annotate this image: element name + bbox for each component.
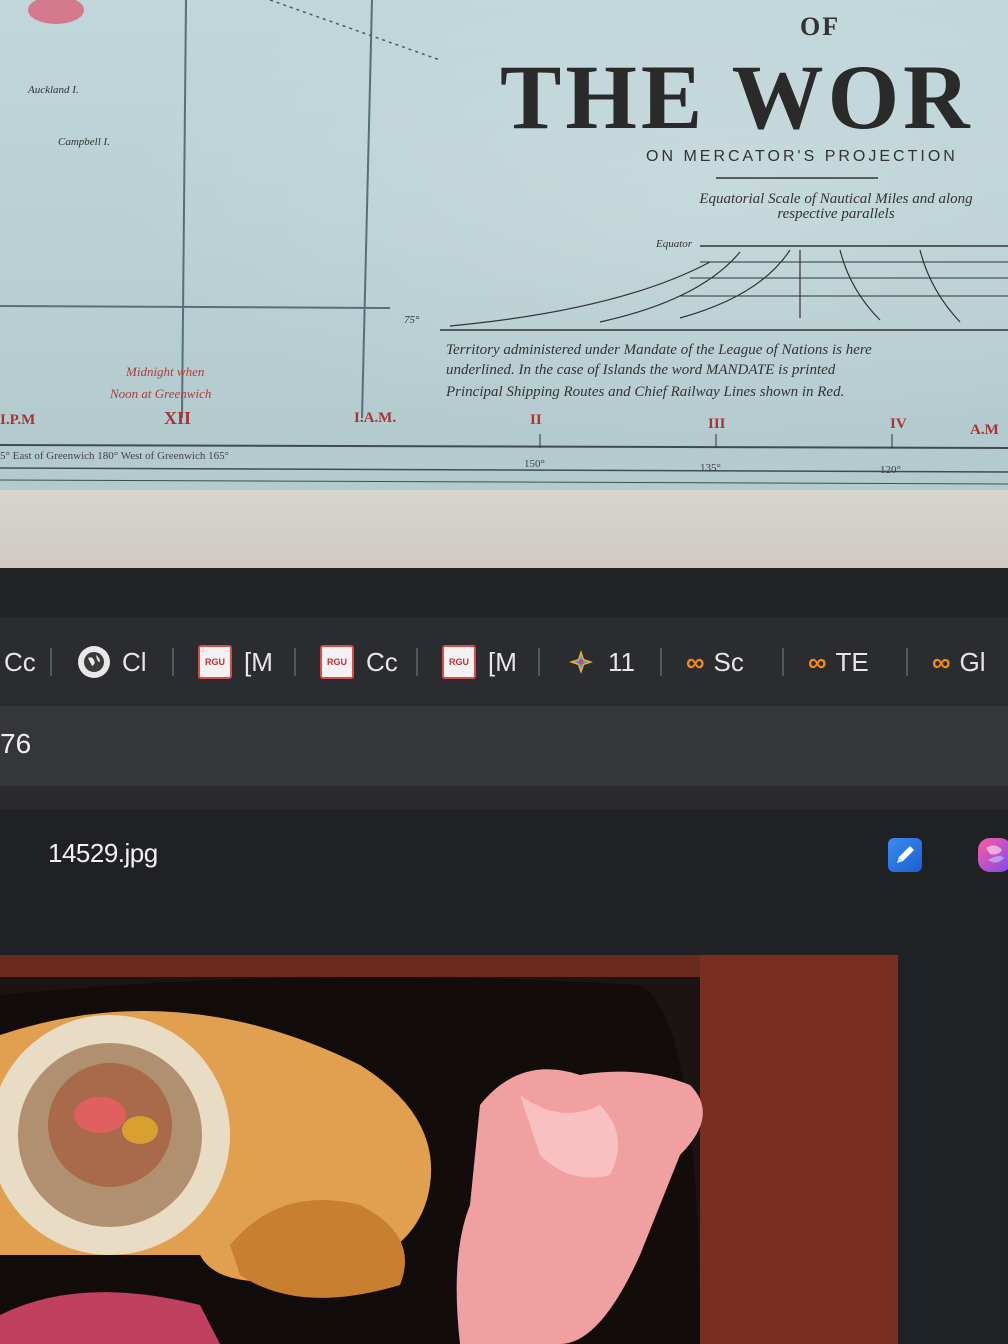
co-icon: ∞ [932, 646, 950, 677]
browser-tab[interactable]: ∞ Sc [686, 640, 744, 684]
clock-label: A.M [970, 422, 999, 438]
world-map-poster: OF THE WOR ON MERCATOR'S PROJECTION Equa… [0, 0, 1008, 490]
browser-tab[interactable]: RGU Cc [320, 640, 398, 684]
tab-separator [906, 648, 908, 676]
longitude-row: 5° East of Greenwich 180° West of Greenw… [0, 450, 229, 462]
tab-separator [538, 648, 540, 676]
tab-label: Cl [122, 646, 147, 677]
address-bar[interactable] [0, 706, 1008, 786]
island-label: Auckland I. [28, 84, 79, 96]
latitude-label: 75° [404, 314, 420, 326]
copilot-icon [986, 845, 1004, 863]
tab-label: Sc [713, 646, 744, 677]
globe-icon [78, 646, 110, 678]
browser-tab[interactable]: Cl [78, 640, 147, 684]
clock-label: II [530, 412, 542, 428]
file-name: 14529.jpg [48, 838, 158, 868]
browser-tab[interactable]: ∞ Gl [932, 640, 986, 684]
longitude-label: 120° [880, 464, 901, 476]
displayed-photo [0, 955, 898, 1344]
clock-label: III [708, 416, 726, 432]
tab-separator [660, 648, 662, 676]
browser-tab[interactable]: ∞ TE [808, 640, 869, 684]
tab-label: Gl [959, 646, 986, 677]
clock-label: I.A.M. [354, 410, 397, 426]
co-icon: ∞ [808, 646, 826, 677]
map-scale-equator: Equator [656, 238, 693, 250]
tab-label: TE [835, 646, 869, 677]
tab-label: [M [488, 646, 517, 677]
longitude-label: 135° [700, 462, 721, 474]
tab-separator [294, 648, 296, 676]
poster-margin [0, 490, 1008, 568]
bookmarks-strip [0, 786, 1008, 810]
browser-tab[interactable]: RGU [M [442, 640, 517, 684]
map-legend-routes: Principal Shipping Routes and Chief Rail… [446, 384, 845, 400]
clock-label: XII [164, 408, 192, 428]
copilot-button[interactable] [978, 838, 1008, 872]
clock-label: IV [890, 416, 907, 432]
island-label: Campbell I. [58, 136, 110, 148]
clock-label: I.P.M [0, 412, 36, 428]
map-scale-title: Equatorial Scale of Nautical Miles and a… [699, 191, 973, 222]
tab-label: Cc [366, 646, 398, 677]
map-title: THE WOR [500, 46, 974, 148]
map-legend-line: underlined. In the case of Islands the w… [446, 362, 836, 378]
map-legend-line: Territory administered under Mandate of … [446, 342, 872, 358]
longitude-label: 150° [524, 458, 545, 470]
map-subtitle: ON MERCATOR'S PROJECTION [646, 148, 958, 165]
rgu-icon: RGU [442, 645, 476, 679]
midnight-note: Midnight when [126, 364, 205, 379]
tab-label: [M [244, 646, 273, 677]
map-legend: Territory administered under Mandate of … [446, 340, 1006, 380]
browser-tab[interactable]: 11 [566, 640, 635, 684]
pencil-icon [897, 846, 914, 863]
browser-tab[interactable]: RGU [M [198, 640, 273, 684]
browser-tab[interactable]: Cc [4, 640, 36, 684]
star-icon [569, 650, 593, 674]
tab-separator [50, 648, 52, 676]
rgu-icon: RGU [198, 645, 232, 679]
tab-label: Cc [4, 646, 36, 677]
monitor-bezel [0, 568, 1008, 618]
co-icon: ∞ [686, 646, 704, 677]
rgu-icon: RGU [320, 645, 354, 679]
map-heading-of: OF [800, 12, 841, 41]
tab-separator [416, 648, 418, 676]
tab-separator [782, 648, 784, 676]
address-bar-text[interactable]: 76 [0, 728, 31, 760]
noon-note: Noon at Greenwich [110, 386, 212, 401]
edit-image-button[interactable] [888, 838, 922, 872]
tab-separator [172, 648, 174, 676]
tab-label: 11 [608, 646, 635, 677]
